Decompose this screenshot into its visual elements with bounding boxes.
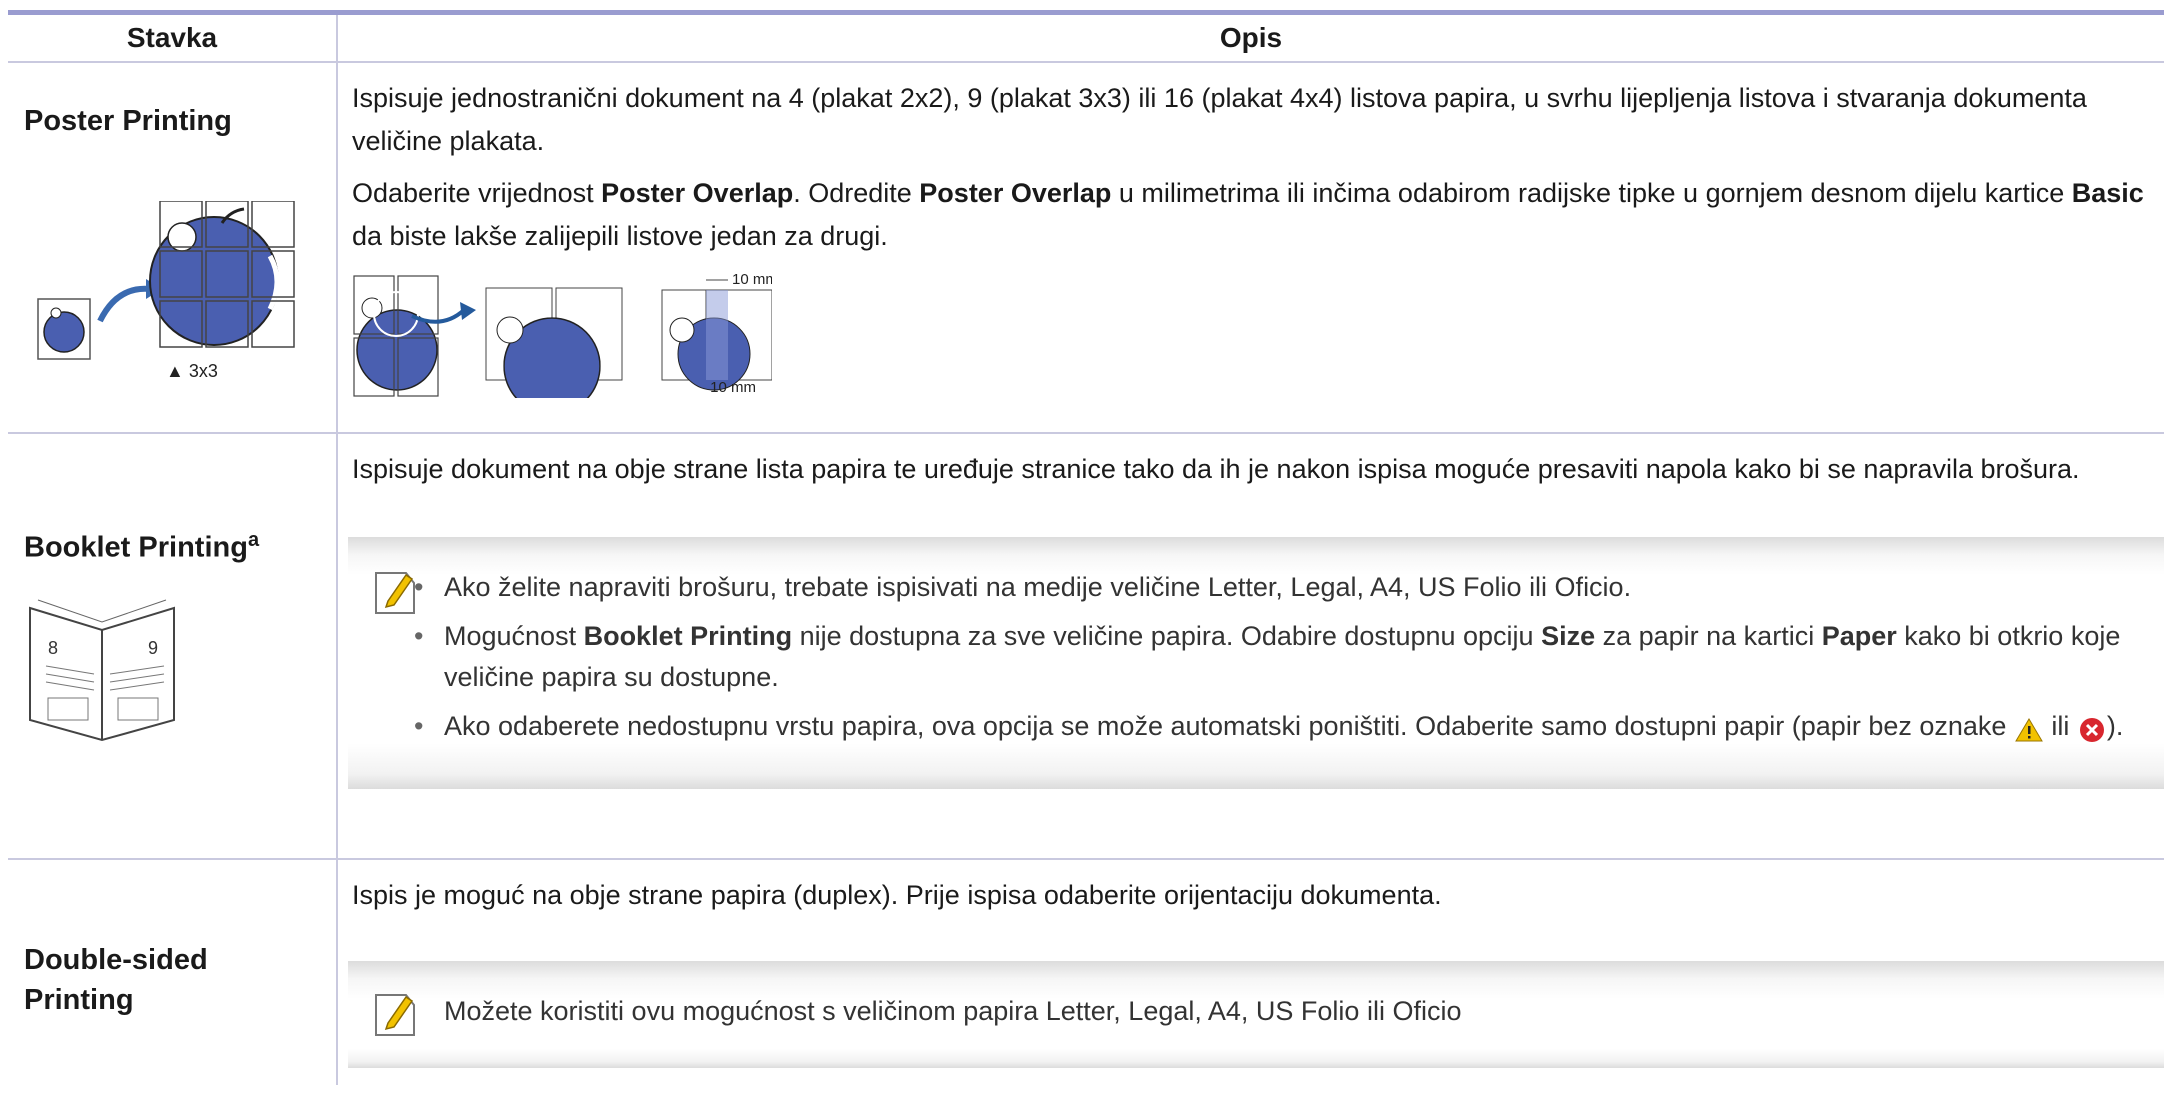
table-header-row: Stavka Opis: [8, 10, 2164, 63]
small-apple-icon: [37, 298, 91, 360]
document-page: Stavka Opis Poster Printing ▲ 3x3 Ispisu…: [0, 0, 2164, 1120]
table-row: Double-sided Printing Ispis je moguć na o…: [8, 859, 2164, 1085]
overlap-illustration: 10 mm 10 mm: [353, 271, 772, 398]
overlap-label-top: 10 mm: [732, 271, 772, 288]
list-item: Ako želite napraviti brošuru, trebate is…: [414, 567, 2158, 608]
page-number-left: 8: [48, 638, 58, 658]
overlap-grid-apple-icon: [353, 275, 439, 397]
note-list: Ako želite napraviti brošuru, trebate is…: [348, 567, 2158, 747]
table-row: Booklet Printinga 8 9 Ispisuje dokument …: [8, 433, 2164, 860]
feature-table: Stavka Opis Poster Printing ▲ 3x3 Ispisu…: [8, 10, 2164, 1085]
booklet-icon: 8 9: [29, 599, 175, 742]
paragraph: Ispisuje jednostranični dokument na 4 (p…: [352, 83, 2087, 156]
note-text: Možete koristiti ovu mogućnost s veličin…: [444, 996, 1462, 1026]
note-pencil-icon: [375, 572, 415, 614]
item-name: Booklet Printinga: [24, 529, 260, 564]
warning-triangle-icon: [2015, 717, 2043, 742]
red-x-icon: [2079, 717, 2104, 742]
page-number-right: 9: [148, 638, 158, 658]
arrow-icon: [97, 285, 151, 323]
enlarged-sheets-icon: [485, 287, 623, 398]
list-item: Ako odaberete nedostupnu vrstu papira, o…: [414, 706, 2158, 747]
overlap-label-bottom: 10 mm: [710, 379, 756, 396]
overlap-sheets-icon: [661, 289, 772, 391]
header-opis: Opis: [337, 10, 2164, 63]
list-item: Mogućnost Booklet Printing nije dostupna…: [414, 616, 2158, 698]
note-pencil-icon: [375, 994, 415, 1036]
paragraph: Ispis je moguć na obje strane papira (du…: [352, 880, 1442, 910]
table-row: Poster Printing ▲ 3x3 Ispisuje jednostra…: [8, 62, 2164, 434]
item-name: Double-sided Printing: [24, 944, 208, 1016]
poster-grid-apple-icon: [149, 201, 295, 348]
note-box: Možete koristiti ovu mogućnost s veličin…: [348, 961, 2164, 1068]
note-box: Ako želite napraviti brošuru, trebate is…: [348, 537, 2164, 789]
header-stavka: Stavka: [8, 10, 338, 63]
paragraph: Odaberite vrijednost Poster Overlap. Odr…: [352, 178, 2144, 251]
figure-label: ▲ 3x3: [166, 361, 218, 381]
item-name: Poster Printing: [24, 105, 232, 137]
paragraph: Ispisuje dokument na obje strane lista p…: [352, 454, 2080, 484]
poster-illustration: ▲ 3x3: [37, 201, 295, 381]
